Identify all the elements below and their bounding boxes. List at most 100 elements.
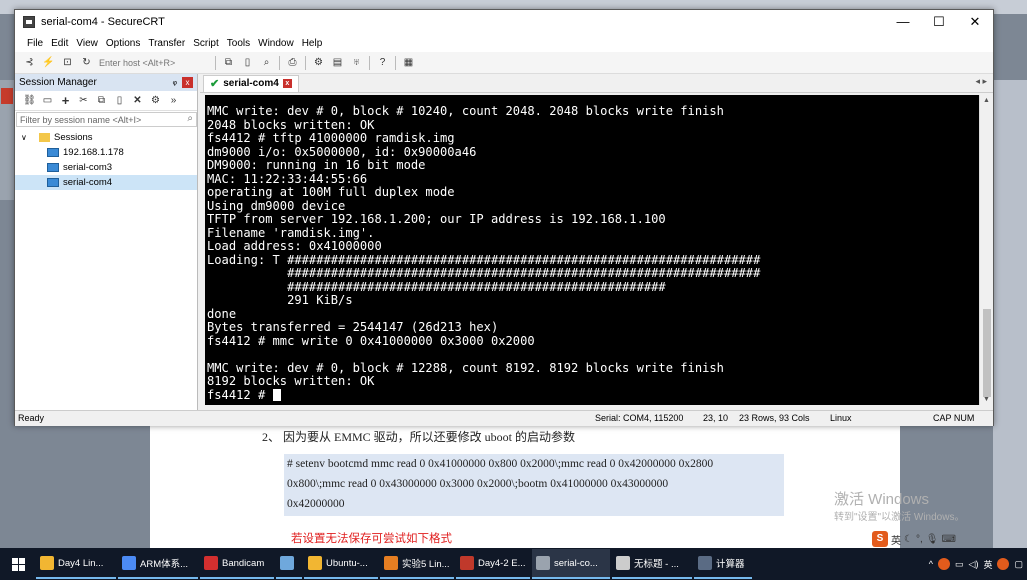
taskbar-app-button[interactable]: Bandicam [200, 549, 274, 579]
menu-transfer[interactable]: Transfer [144, 38, 189, 49]
keymap-icon[interactable]: ♅ [350, 56, 363, 69]
title-bar[interactable]: serial-com4 - SecureCRT — ☐ ✕ [15, 10, 993, 34]
notification-icon[interactable]: ▢ [1014, 559, 1023, 570]
copy-icon[interactable]: ⧉ [222, 56, 235, 69]
add-session-icon[interactable]: + [59, 93, 72, 108]
maximize-button[interactable]: ☐ [921, 10, 957, 34]
close-session-manager-icon[interactable]: x [182, 77, 193, 88]
close-button[interactable]: ✕ [957, 10, 993, 34]
minimize-button[interactable]: — [885, 10, 921, 34]
keyboard-icon[interactable]: ⌨ [941, 534, 955, 545]
link-icon[interactable]: ⛓ [23, 94, 36, 107]
terminal-line: MMC write: dev # 0, block # 12288, count… [207, 360, 724, 375]
terminal-line: done [207, 306, 237, 321]
copy-session-icon[interactable]: ⧉ [95, 94, 108, 107]
ime-lang[interactable]: 英 [891, 532, 901, 547]
taskbar-app-button[interactable] [276, 549, 302, 579]
menu-view[interactable]: View [72, 38, 102, 49]
session-item-label: 192.168.1.178 [63, 147, 124, 158]
terminal-line: Loading: T #############################… [207, 252, 761, 267]
toolbar-separator [395, 55, 396, 70]
menu-file[interactable]: File [23, 38, 47, 49]
tab-bar: ✔ serial-com4 x ◂ ▸ [200, 74, 993, 93]
sftp-icon[interactable]: ▤ [331, 56, 344, 69]
taskbar-app-button[interactable]: Ubuntu-... [304, 549, 378, 579]
taskbar-app-label: 实验5 Lin... [402, 559, 450, 570]
sogou-tray-icon[interactable] [938, 558, 951, 570]
menu-window[interactable]: Window [254, 38, 298, 49]
document-side-panel [993, 80, 1027, 548]
quick-connect-icon[interactable]: ⚡ [42, 56, 55, 69]
find-icon[interactable]: ⌕ [260, 56, 273, 69]
terminal-line: Using dm9000 device [207, 198, 346, 213]
scroll-down-icon[interactable]: ▼ [983, 396, 990, 403]
menu-script[interactable]: Script [189, 38, 223, 49]
more-icon[interactable]: » [167, 94, 180, 107]
punct-icon[interactable]: °, [916, 534, 923, 545]
paste-session-icon[interactable]: ▯ [113, 94, 126, 107]
ime-toolbar[interactable]: S 英 ☾ °, 🎙 ⌨ [872, 531, 992, 547]
start-button[interactable] [0, 548, 36, 580]
taskbar-app-button[interactable]: ARM体系... [118, 549, 198, 579]
taskbar-app-button[interactable]: 实验5 Lin... [380, 549, 454, 579]
session-item[interactable]: serial-com3 [15, 160, 197, 175]
delete-icon[interactable]: ✕ [131, 94, 144, 107]
terminal-scrollbar[interactable]: ▲ ▼ [979, 95, 993, 405]
tab-serial-com4[interactable]: ✔ serial-com4 x [203, 74, 299, 92]
tree-root-sessions[interactable]: ∨ Sessions [15, 130, 197, 145]
session-item-selected[interactable]: serial-com4 [15, 175, 197, 190]
taskbar-app-button[interactable]: 无标题 - ... [612, 549, 692, 579]
collapse-icon[interactable]: ∨ [21, 133, 31, 142]
ime-tray-icon[interactable] [997, 558, 1010, 570]
tab-nav-arrows[interactable]: ◂ ▸ [975, 76, 987, 87]
cut-icon[interactable]: ✂ [77, 94, 90, 107]
properties-icon[interactable]: ⚙ [149, 94, 162, 107]
menu-help[interactable]: Help [298, 38, 327, 49]
tray-lang[interactable]: 英 [983, 558, 992, 571]
taskbar-app-label: Bandicam [222, 557, 265, 569]
settings-icon[interactable]: ⚙ [312, 56, 325, 69]
search-icon[interactable]: ⌕ [187, 113, 193, 124]
taskbar-app-button[interactable]: 计算器 [694, 549, 752, 579]
connect-icon[interactable]: ⊰ [23, 56, 36, 69]
terminal-line: 8192 blocks written: OK [207, 374, 375, 388]
tray-network-icon[interactable]: ▭ [955, 559, 964, 570]
moon-icon[interactable]: ☾ [904, 534, 913, 545]
menu-edit[interactable]: Edit [47, 38, 72, 49]
menu-tools[interactable]: Tools [223, 38, 254, 49]
terminal-prompt-line[interactable]: fs4412 # [207, 388, 979, 403]
taskbar-app-button[interactable]: Day4 Lin... [36, 549, 116, 579]
session-filter-input[interactable]: Filter by session name <Alt+I> ⌕ [16, 112, 197, 127]
taskbar-app-button[interactable]: Day4-2 E... [456, 549, 530, 579]
close-tab-icon[interactable]: x [282, 79, 292, 88]
terminal-output[interactable]: MMC write: dev # 0, block # 10240, count… [205, 95, 979, 405]
log-icon[interactable]: ▦ [402, 56, 415, 69]
sogou-icon[interactable]: S [872, 531, 888, 547]
host-input[interactable] [99, 55, 209, 70]
paste-icon[interactable]: ▯ [241, 56, 254, 69]
taskbar-app-button[interactable]: serial-co... [532, 549, 610, 579]
scrollbar-thumb[interactable] [983, 309, 991, 397]
tray-chevron-icon[interactable]: ^ [929, 559, 933, 569]
terminal-line: ########################################… [207, 266, 761, 280]
tray-volume-icon[interactable]: ◁) [969, 559, 979, 570]
session-icon [47, 148, 59, 157]
terminal-line: 2048 blocks written: OK [207, 117, 375, 132]
terminal-line: TFTP from server 192.168.1.200; our IP a… [207, 212, 666, 226]
status-os: Linux [830, 413, 852, 423]
session-item[interactable]: 192.168.1.178 [15, 145, 197, 160]
scroll-up-icon[interactable]: ▲ [983, 97, 990, 104]
mic-icon[interactable]: 🎙 [926, 534, 939, 545]
print-icon[interactable]: ⎙ [286, 56, 299, 69]
menu-options[interactable]: Options [102, 38, 144, 49]
reconnect-icon[interactable]: ↻ [80, 56, 93, 69]
taskbar-app-label: 无标题 - ... [634, 559, 679, 570]
tab-icon[interactable]: ▭ [41, 94, 54, 107]
connect-tab-icon[interactable]: ⊡ [61, 56, 74, 69]
activation-watermark: 激活 Windows [834, 491, 930, 508]
toolbar: ⊰ ⚡ ⊡ ↻ ⧉ ▯ ⌕ ⎙ ⚙ ▤ ♅ ? ▦ [15, 52, 993, 74]
help-icon[interactable]: ? [376, 56, 389, 69]
pin-icon[interactable]: ᵩ [173, 76, 177, 87]
taskbar-app-label: Day4 Lin... [58, 557, 104, 569]
terminal-line: Filename 'ramdisk.img'. [207, 225, 375, 240]
